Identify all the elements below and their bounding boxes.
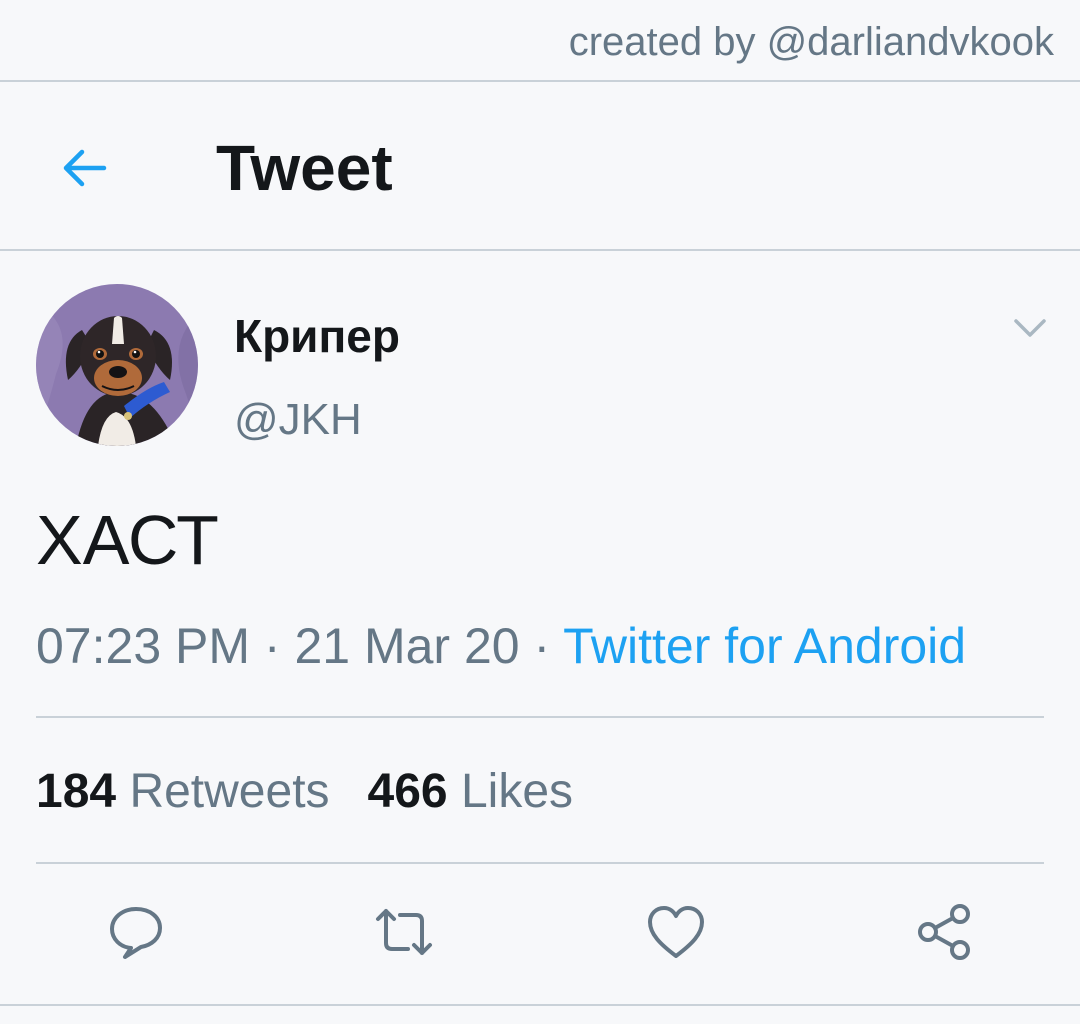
like-button[interactable] [644, 900, 708, 964]
divider [0, 249, 1080, 251]
retweets-count: 184 [36, 765, 117, 818]
retweets-stat[interactable]: 184 Retweets [36, 765, 330, 818]
tweet-date: 21 Mar 20 [294, 618, 520, 674]
retweet-button[interactable] [372, 900, 436, 964]
likes-stat[interactable]: 466 Likes [368, 765, 574, 818]
retweets-label: Retweets [129, 765, 330, 818]
display-name[interactable]: Крипер [234, 308, 400, 364]
share-button[interactable] [912, 900, 976, 964]
top-bar: Tweet [0, 84, 1080, 250]
watermark: created by @darliandvkook [568, 20, 1054, 64]
likes-label: Likes [460, 765, 574, 818]
meta-separator: · [250, 618, 295, 674]
retweet-icon [376, 909, 432, 955]
divider [36, 716, 1044, 718]
tweet-detail-screen: created by @darliandvkook Tweet Крипер @… [0, 0, 1080, 1024]
divider [0, 80, 1080, 82]
user-handle[interactable]: @JKH [234, 392, 362, 448]
tweet-stats: 184 Retweets 466 Likes [36, 762, 573, 822]
dog-avatar-image [36, 284, 198, 446]
reply-icon [110, 907, 162, 959]
share-icon [918, 904, 970, 960]
divider [0, 1004, 1080, 1006]
likes-count: 466 [367, 765, 448, 818]
arrow-left-icon [63, 149, 107, 187]
tweet-options-button[interactable] [1008, 310, 1052, 346]
tweet-time: 07:23 PM [36, 618, 251, 674]
divider [36, 862, 1044, 864]
back-button[interactable] [56, 140, 112, 196]
avatar[interactable] [36, 284, 198, 446]
reply-button[interactable] [104, 900, 168, 964]
tweet-source-link[interactable]: Twitter for Android [563, 618, 966, 674]
tweet-meta: 07:23 PM · 21 Mar 20 · Twitter for Andro… [36, 616, 966, 676]
tweet-text: ХАСТ [36, 501, 219, 579]
chevron-down-icon [1014, 319, 1046, 337]
like-icon [648, 906, 704, 958]
meta-separator: · [519, 618, 564, 674]
page-title: Tweet [216, 132, 393, 204]
